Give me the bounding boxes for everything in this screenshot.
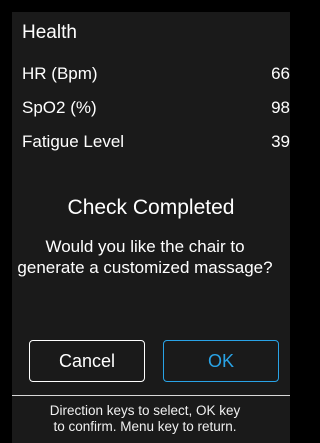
panel-title: Health [22, 22, 77, 43]
hint-line-2: to confirm. Menu key to return. [53, 419, 237, 434]
hint-line-1: Direction keys to select, OK key [49, 403, 241, 418]
question-line-1: Would you like the chair to [45, 237, 245, 256]
question-line-2: generate a customized massage? [17, 258, 273, 277]
metric-label: HR (Bpm) [22, 64, 98, 83]
key-hint: Direction keys to select, OK key to conf… [0, 403, 290, 435]
metric-value: 98 [271, 98, 290, 117]
metric-label: SpO2 (%) [22, 98, 97, 117]
health-panel: Health HR (Bpm) 66 SpO2 (%) 98 Fatigue L… [12, 12, 290, 443]
ok-button[interactable]: OK [163, 340, 279, 382]
cancel-button[interactable]: Cancel [29, 340, 145, 382]
metric-row-hr: HR (Bpm) 66 [22, 64, 290, 88]
massage-question: Would you like the chair to generate a c… [0, 236, 290, 278]
metric-value: 39 [271, 132, 290, 151]
check-completed-title: Check Completed [67, 196, 235, 219]
metric-label: Fatigue Level [22, 132, 125, 151]
metric-row-spo2: SpO2 (%) 98 [22, 98, 290, 122]
metric-value: 66 [271, 64, 290, 83]
divider [12, 395, 290, 396]
metric-row-fatigue: Fatigue Level 39 [22, 132, 290, 156]
